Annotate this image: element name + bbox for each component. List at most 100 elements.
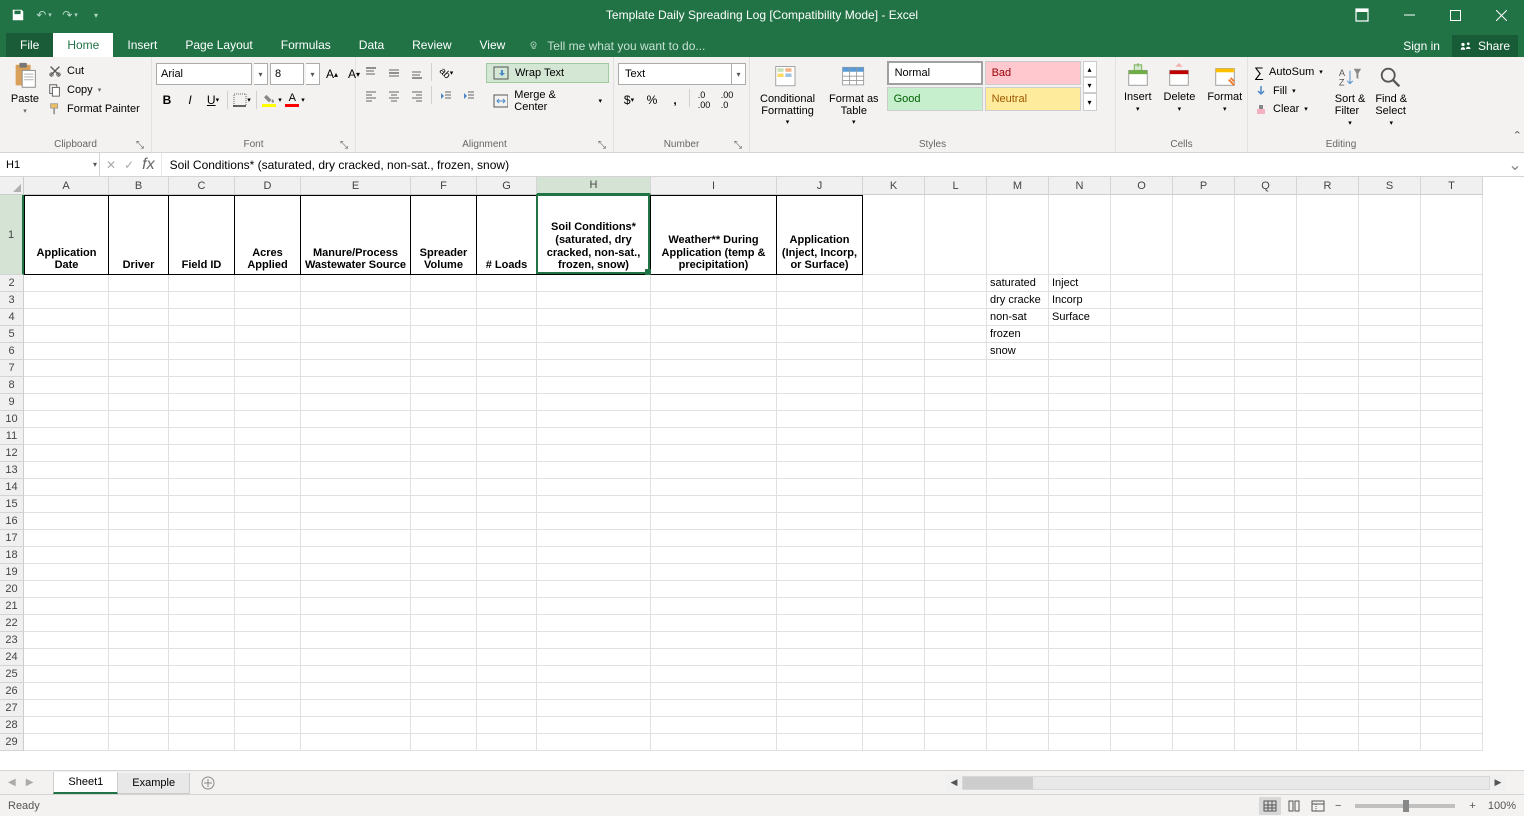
cell-H17[interactable] <box>537 530 651 547</box>
cell-G21[interactable] <box>477 598 537 615</box>
cell-L28[interactable] <box>925 717 987 734</box>
cell-M4[interactable]: non-sat <box>987 309 1049 326</box>
cell-H6[interactable] <box>537 343 651 360</box>
cell-G16[interactable] <box>477 513 537 530</box>
align-center-button[interactable] <box>383 86 405 106</box>
cell-M7[interactable] <box>987 360 1049 377</box>
font-size-combo[interactable]: 8 <box>270 63 304 85</box>
cell-A18[interactable] <box>24 547 109 564</box>
cell-L27[interactable] <box>925 700 987 717</box>
align-top-button[interactable] <box>360 63 382 83</box>
sheet-tab-example[interactable]: Example <box>117 773 190 794</box>
cell-B18[interactable] <box>109 547 169 564</box>
cell-J1[interactable]: Application (Inject, Incorp, or Surface) <box>777 195 863 275</box>
cell-A13[interactable] <box>24 462 109 479</box>
cell-G9[interactable] <box>477 394 537 411</box>
row-header-20[interactable]: 20 <box>0 581 24 598</box>
cell-Q6[interactable] <box>1235 343 1297 360</box>
cell-O22[interactable] <box>1111 615 1173 632</box>
cell-L13[interactable] <box>925 462 987 479</box>
cell-M11[interactable] <box>987 428 1049 445</box>
cell-I27[interactable] <box>651 700 777 717</box>
cell-P29[interactable] <box>1173 734 1235 751</box>
cell-G7[interactable] <box>477 360 537 377</box>
cell-N26[interactable] <box>1049 683 1111 700</box>
cell-O17[interactable] <box>1111 530 1173 547</box>
column-header-O[interactable]: O <box>1111 177 1173 195</box>
cell-F29[interactable] <box>411 734 477 751</box>
cell-I16[interactable] <box>651 513 777 530</box>
cell-J16[interactable] <box>777 513 863 530</box>
qat-customize[interactable]: ▾ <box>86 5 106 25</box>
cell-D20[interactable] <box>235 581 301 598</box>
merge-center-button[interactable]: Merge & Center▾ <box>486 86 609 116</box>
tab-file[interactable]: File <box>6 33 53 57</box>
cell-N8[interactable] <box>1049 377 1111 394</box>
column-header-A[interactable]: A <box>24 177 109 195</box>
row-header-15[interactable]: 15 <box>0 496 24 513</box>
column-header-S[interactable]: S <box>1359 177 1421 195</box>
sheet-tab-sheet1[interactable]: Sheet1 <box>53 772 118 794</box>
increase-font-button[interactable]: A▴ <box>322 63 342 85</box>
cell-N15[interactable] <box>1049 496 1111 513</box>
format-painter-button[interactable]: Format Painter <box>46 101 142 117</box>
cell-K18[interactable] <box>863 547 925 564</box>
cell-I17[interactable] <box>651 530 777 547</box>
cell-L17[interactable] <box>925 530 987 547</box>
cell-T6[interactable] <box>1421 343 1483 360</box>
tab-insert[interactable]: Insert <box>113 33 171 57</box>
cell-G6[interactable] <box>477 343 537 360</box>
cell-O29[interactable] <box>1111 734 1173 751</box>
cell-D9[interactable] <box>235 394 301 411</box>
cell-T5[interactable] <box>1421 326 1483 343</box>
cell-I14[interactable] <box>651 479 777 496</box>
cell-E5[interactable] <box>301 326 411 343</box>
cell-I8[interactable] <box>651 377 777 394</box>
cell-I4[interactable] <box>651 309 777 326</box>
gallery-more-button[interactable]: ▾ <box>1083 93 1097 111</box>
cell-C12[interactable] <box>169 445 235 462</box>
insert-cells-button[interactable]: Insert▾ <box>1120 61 1156 115</box>
cell-M21[interactable] <box>987 598 1049 615</box>
cell-N21[interactable] <box>1049 598 1111 615</box>
cell-B23[interactable] <box>109 632 169 649</box>
cell-S23[interactable] <box>1359 632 1421 649</box>
cell-C1[interactable]: Field ID <box>169 195 235 275</box>
row-header-1[interactable]: 1 <box>0 195 24 275</box>
cell-H29[interactable] <box>537 734 651 751</box>
cell-Q15[interactable] <box>1235 496 1297 513</box>
cell-N7[interactable] <box>1049 360 1111 377</box>
cell-M25[interactable] <box>987 666 1049 683</box>
cell-K14[interactable] <box>863 479 925 496</box>
cell-N20[interactable] <box>1049 581 1111 598</box>
cell-A27[interactable] <box>24 700 109 717</box>
wrap-text-button[interactable]: Wrap Text <box>486 63 609 83</box>
cell-Q3[interactable] <box>1235 292 1297 309</box>
cell-K3[interactable] <box>863 292 925 309</box>
cell-N24[interactable] <box>1049 649 1111 666</box>
cell-D14[interactable] <box>235 479 301 496</box>
cell-E25[interactable] <box>301 666 411 683</box>
cell-Q28[interactable] <box>1235 717 1297 734</box>
cell-P17[interactable] <box>1173 530 1235 547</box>
cell-P27[interactable] <box>1173 700 1235 717</box>
cell-T8[interactable] <box>1421 377 1483 394</box>
cell-M18[interactable] <box>987 547 1049 564</box>
cell-T3[interactable] <box>1421 292 1483 309</box>
tab-view[interactable]: View <box>466 33 520 57</box>
cell-P13[interactable] <box>1173 462 1235 479</box>
cell-L7[interactable] <box>925 360 987 377</box>
row-header-23[interactable]: 23 <box>0 632 24 649</box>
cell-H23[interactable] <box>537 632 651 649</box>
cell-K2[interactable] <box>863 275 925 292</box>
column-header-T[interactable]: T <box>1421 177 1483 195</box>
comma-button[interactable]: , <box>664 89 686 111</box>
tab-page-layout[interactable]: Page Layout <box>171 33 266 57</box>
cell-G5[interactable] <box>477 326 537 343</box>
cell-J11[interactable] <box>777 428 863 445</box>
cell-D24[interactable] <box>235 649 301 666</box>
cell-A11[interactable] <box>24 428 109 445</box>
find-select-button[interactable]: Find & Select▾ <box>1371 63 1411 129</box>
cell-S5[interactable] <box>1359 326 1421 343</box>
row-header-19[interactable]: 19 <box>0 564 24 581</box>
